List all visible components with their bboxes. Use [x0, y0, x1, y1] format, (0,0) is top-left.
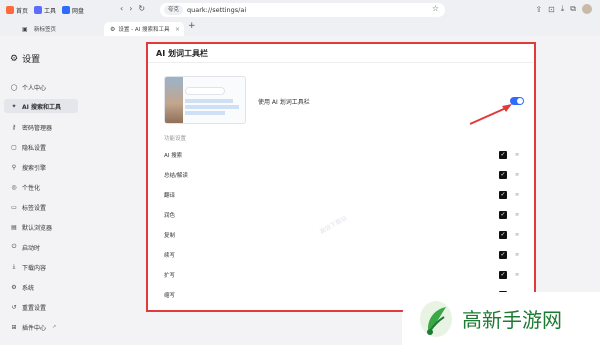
- sidebar-item-ai-tools[interactable]: ✦ AI 搜索和工具: [4, 99, 78, 113]
- sidebar-item-tabs[interactable]: ▭ 标签设置: [4, 200, 78, 214]
- preview-line: [185, 105, 239, 109]
- checkbox[interactable]: ✓: [499, 171, 507, 179]
- new-tab-icon: ▣: [22, 25, 28, 33]
- tab-new[interactable]: ▣ 新标签页: [14, 22, 100, 36]
- toggle-knob: [517, 98, 523, 104]
- drag-handle-icon[interactable]: ≡: [515, 192, 519, 198]
- checkbox[interactable]: ✓: [499, 231, 507, 239]
- extensions-icon[interactable]: ⧉: [570, 4, 576, 14]
- preview-line: [185, 111, 225, 115]
- feature-row: 复制 ✓ ≡: [164, 231, 520, 239]
- toolbar-right: ⇪ ⊡ ⤓ ⧉: [535, 4, 592, 14]
- sidebar-item-privacy[interactable]: ▢ 隐私设置: [4, 140, 78, 154]
- feature-row: 扩写 ✓ ≡: [164, 271, 520, 279]
- drag-handle-icon[interactable]: ≡: [515, 212, 519, 218]
- sidebar-item-passwords[interactable]: ⚷ 密码管理器: [4, 120, 78, 134]
- refresh-icon[interactable]: ↻: [138, 4, 145, 13]
- sidebar-item-plugins[interactable]: ⊞ 插件中心 ↗: [4, 320, 78, 334]
- sidebar-item-downloads[interactable]: ⤓ 下载内容: [4, 260, 78, 274]
- url-text[interactable]: quark://settings/ai: [187, 6, 246, 14]
- feature-row: 总结/解读 ✓ ≡: [164, 171, 520, 179]
- annotation-arrow: [469, 104, 512, 125]
- search-icon: ⚲: [11, 163, 17, 171]
- share-icon[interactable]: ⇪: [535, 5, 542, 14]
- nav-buttons: ‹ › ↻: [120, 4, 145, 13]
- feature-row: 续写 ✓ ≡: [164, 251, 520, 259]
- checkbox[interactable]: ✓: [499, 151, 507, 159]
- key-icon: ⚷: [11, 123, 17, 131]
- search-engine-chip[interactable]: 夸克: [164, 5, 184, 15]
- bookmark-home[interactable]: 首页: [6, 6, 28, 15]
- download-icon[interactable]: ⤓: [561, 4, 565, 14]
- tab-strip: ▣ 新标签页 ⚙ 设置 - AI 搜索和工具 × +: [0, 20, 600, 36]
- checkbox[interactable]: ✓: [499, 251, 507, 259]
- reset-icon: ↺: [11, 303, 17, 311]
- ai-spark-icon: ✦: [11, 102, 17, 110]
- forward-icon[interactable]: ›: [129, 4, 132, 13]
- star-icon[interactable]: ☆: [432, 4, 439, 13]
- user-icon: ◯: [10, 83, 18, 91]
- toggle-label: 使用 AI 划词工具栏: [258, 99, 310, 106]
- plugin-icon: ⊞: [11, 323, 17, 331]
- palette-icon: ◎: [11, 183, 17, 191]
- page-title: AI 划词工具栏: [156, 49, 208, 58]
- section-label: 功能设置: [164, 136, 187, 142]
- drag-handle-icon[interactable]: ≡: [515, 232, 519, 238]
- toolbar-preview-image: [164, 76, 246, 124]
- sidebar-title: ⚙ 设置: [10, 53, 41, 66]
- external-link-icon: ↗: [52, 324, 57, 330]
- new-tab-button[interactable]: +: [188, 21, 196, 31]
- sidebar-item-system[interactable]: ⚙ 系统: [4, 280, 78, 294]
- tab-icon: ▭: [11, 203, 17, 211]
- preview-line: [185, 99, 233, 103]
- checkbox[interactable]: ✓: [499, 211, 507, 219]
- avatar[interactable]: [582, 4, 592, 14]
- site-logo: 高新手游网: [402, 292, 600, 345]
- drag-handle-icon[interactable]: ≡: [515, 152, 519, 158]
- divider: [148, 62, 534, 63]
- feature-row: 翻译 ✓ ≡: [164, 191, 520, 199]
- download-icon: ⤓: [12, 263, 16, 270]
- drag-handle-icon[interactable]: ≡: [515, 252, 519, 258]
- ai-toolbar-settings-panel: AI 划词工具栏 使用 AI 划词工具栏 功能设置 AI 搜索 ✓ ≡ 总结/解读 ✓…: [146, 42, 536, 312]
- address-bar[interactable]: 夸克 quark://settings/ai ☆: [160, 3, 445, 17]
- checkbox[interactable]: ✓: [499, 191, 507, 199]
- sidebar-item-default-browser[interactable]: ▤ 默认浏览器: [4, 220, 78, 234]
- gear-icon: ⚙: [10, 53, 19, 64]
- bookmark-drive[interactable]: 网盘: [62, 6, 84, 15]
- bookmark-tools[interactable]: 工具: [34, 6, 56, 15]
- drag-handle-icon[interactable]: ≡: [515, 172, 519, 178]
- sidebar-item-startup[interactable]: ⏻ 启动时: [4, 240, 78, 254]
- checkbox[interactable]: ✓: [499, 271, 507, 279]
- gear-icon: ⚙: [110, 25, 116, 33]
- home-icon: [6, 6, 14, 14]
- feature-row: AI 搜索 ✓ ≡: [164, 151, 520, 159]
- logo-text: 高新手游网: [462, 308, 562, 332]
- tab-settings[interactable]: ⚙ 设置 - AI 搜索和工具 ×: [104, 22, 184, 36]
- privacy-icon: ▢: [11, 143, 17, 151]
- system-icon: ⚙: [11, 283, 17, 291]
- back-icon[interactable]: ‹: [120, 4, 123, 13]
- sidebar-item-personalize[interactable]: ◎ 个性化: [4, 180, 78, 194]
- preview-photo: [165, 77, 183, 123]
- sidebar-item-profile[interactable]: ◯ 个人中心: [4, 80, 78, 94]
- cloud-drive-icon: [62, 6, 71, 14]
- preview-toolbar: [185, 87, 225, 95]
- close-icon[interactable]: ×: [175, 26, 180, 33]
- power-icon: ⏻: [11, 243, 17, 250]
- drag-handle-icon[interactable]: ≡: [515, 272, 519, 278]
- sidebar-item-search-engine[interactable]: ⚲ 搜索引擎: [4, 160, 78, 174]
- logo-leaf-icon: [420, 300, 452, 337]
- save-icon[interactable]: ⊡: [548, 5, 555, 14]
- browser-icon: ▤: [11, 223, 17, 231]
- tools-icon: [34, 6, 43, 14]
- sidebar: ⚙ 设置 ◯ 个人中心 ✦ AI 搜索和工具 ⚷ 密码管理器 ▢ 隐私设置 ⚲ 搜索引擎 …: [0, 36, 82, 345]
- sidebar-item-reset[interactable]: ↺ 重置设置: [4, 300, 78, 314]
